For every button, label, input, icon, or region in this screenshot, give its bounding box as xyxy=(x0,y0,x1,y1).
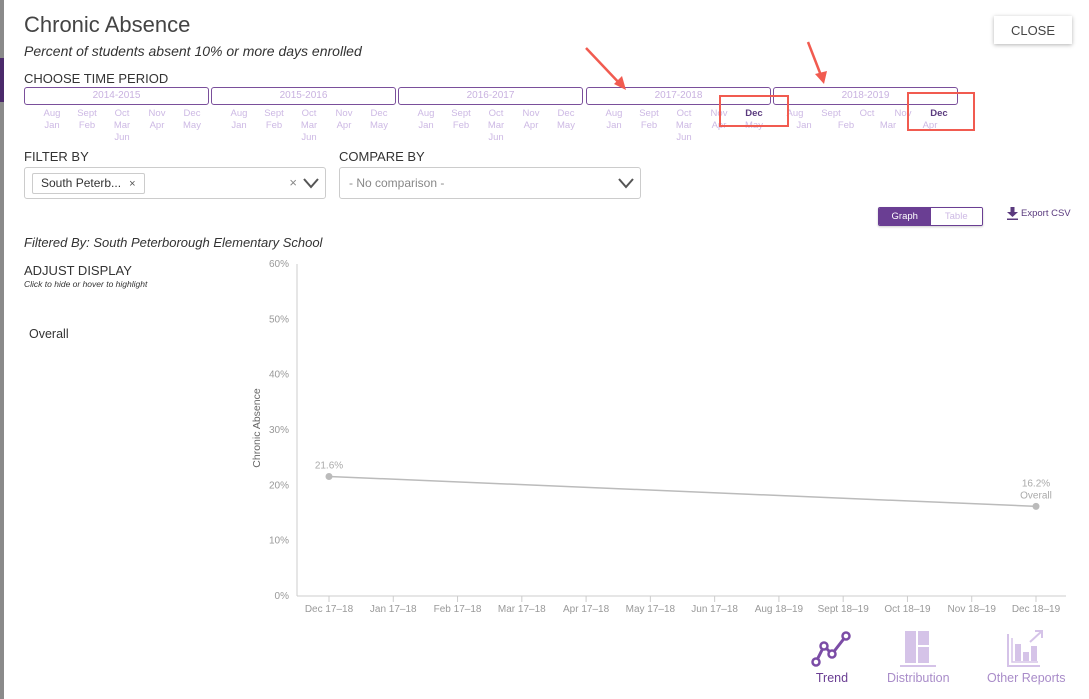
x-tick-label: May 17–18 xyxy=(626,604,676,615)
data-point xyxy=(1032,502,1040,510)
y-tick-label: 30% xyxy=(269,425,289,436)
chronic-absence-modal: Chronic Absence Percent of students abse… xyxy=(4,0,1089,699)
data-label: 16.2% xyxy=(1022,478,1050,489)
y-tick-label: 40% xyxy=(269,370,289,381)
trend-chart: 0% 10% 20% 30% 40% 50% 60% Chronic Absence Dec 1… xyxy=(251,259,1066,615)
series-end-label: Overall xyxy=(1020,490,1052,501)
y-tick-label: 0% xyxy=(275,591,290,602)
x-tick-label: Oct 18–19 xyxy=(884,604,931,615)
x-tick-label: Dec 18–19 xyxy=(1012,604,1061,615)
nav-trend[interactable]: Trend xyxy=(810,628,854,685)
y-tick-label: 10% xyxy=(269,536,289,547)
nav-other-reports[interactable]: Other Reports xyxy=(987,628,1066,685)
nav-trend-label: Trend xyxy=(815,671,849,685)
nav-distribution-label: Distribution xyxy=(887,671,950,685)
trend-icon xyxy=(811,631,851,667)
data-point xyxy=(325,472,333,480)
x-tick-label: Aug 18–19 xyxy=(755,604,804,615)
x-tick-label: Sept 18–19 xyxy=(818,604,870,615)
y-tick-label: 60% xyxy=(269,259,289,270)
x-tick-label: Jun 17–18 xyxy=(691,604,738,615)
y-tick-label: 50% xyxy=(269,314,289,325)
x-tick-label: Feb 17–18 xyxy=(434,604,482,615)
nav-distribution[interactable]: Distribution xyxy=(887,628,950,685)
nav-other-reports-label: Other Reports xyxy=(987,671,1066,685)
x-tick-label: Mar 17–18 xyxy=(498,604,546,615)
y-tick-label: 20% xyxy=(269,480,289,491)
series-line-overall xyxy=(328,475,1037,508)
data-label: 21.6% xyxy=(315,460,343,471)
x-tick-label: Nov 18–19 xyxy=(948,604,997,615)
y-axis-title: Chronic Absence xyxy=(251,388,263,468)
distribution-icon xyxy=(900,631,937,667)
x-tick-label: Jan 17–18 xyxy=(370,604,417,615)
x-tick-label: Dec 17–18 xyxy=(305,604,354,615)
other-reports-icon xyxy=(1007,630,1044,667)
x-tick-label: Apr 17–18 xyxy=(563,604,610,615)
